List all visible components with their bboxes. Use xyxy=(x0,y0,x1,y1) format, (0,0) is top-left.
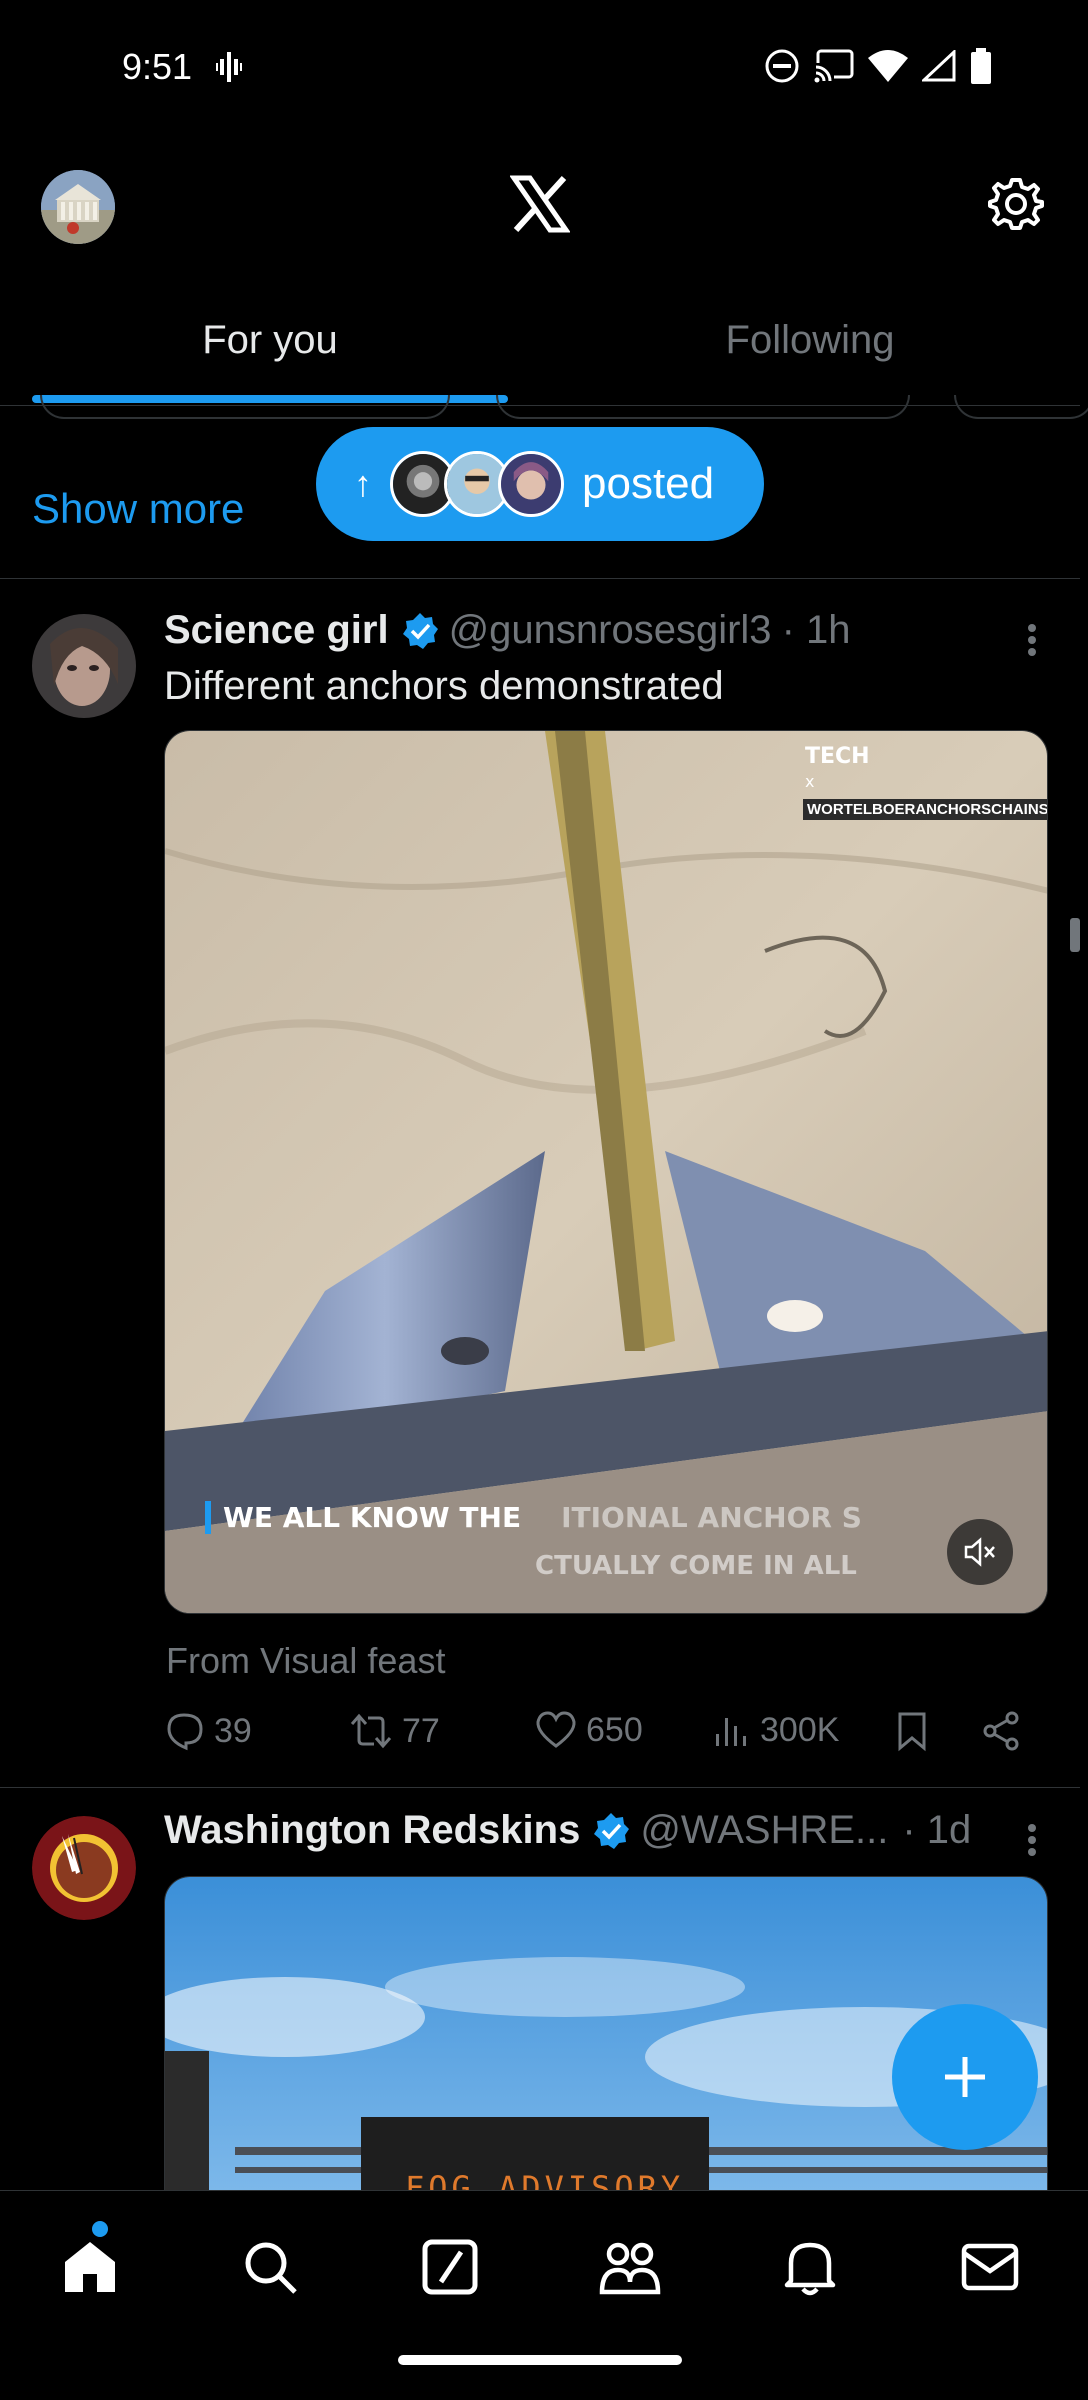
nav-grok[interactable] xyxy=(410,2227,490,2307)
video-caption-line-1: WE ALL KNOW THE xyxy=(205,1501,521,1534)
new-posts-row: Show more ↑ posted xyxy=(0,395,1088,579)
arrow-up-icon: ↑ xyxy=(354,463,372,504)
bell-icon xyxy=(784,2242,836,2296)
compose-button[interactable] xyxy=(892,2004,1038,2150)
video-caption-line-1b: ITIONAL ANCHOR S xyxy=(561,1501,862,1534)
cast-icon xyxy=(814,49,854,83)
volume-muted-icon xyxy=(964,1537,995,1567)
search-icon xyxy=(245,2242,297,2294)
signal-icon xyxy=(922,50,956,82)
avatar[interactable] xyxy=(32,614,136,718)
community-source[interactable]: From Visual feast xyxy=(166,1640,445,1682)
verified-badge-icon xyxy=(402,612,438,649)
vibrate-icon xyxy=(216,52,242,82)
author-name[interactable]: Science girl xyxy=(164,608,389,653)
verified-badge-icon xyxy=(594,1812,630,1849)
battery-icon xyxy=(971,48,991,84)
show-more-link[interactable]: Show more xyxy=(32,485,244,533)
author-name[interactable]: Washington Redskins xyxy=(164,1808,580,1853)
views-icon xyxy=(716,1718,746,1746)
more-options-icon[interactable] xyxy=(1026,1820,1038,1860)
communities-icon xyxy=(599,2242,661,2295)
x-logo-icon[interactable] xyxy=(510,174,570,234)
plus-icon xyxy=(945,2057,985,2097)
notification-dot xyxy=(92,2221,108,2237)
bookmark-icon xyxy=(898,1712,926,1752)
share-icon xyxy=(983,1711,1019,1751)
author-handle: @gunsnrosesgirl3 xyxy=(448,608,772,652)
heart-icon xyxy=(536,1711,576,1748)
home-gesture-bar[interactable] xyxy=(398,2355,682,2365)
nav-home[interactable] xyxy=(50,2221,130,2307)
topic-chip xyxy=(40,395,450,419)
repost-button[interactable]: 77 xyxy=(348,1710,440,1752)
tweet-time: · 1h xyxy=(781,608,851,652)
video-caption: WE ALL KNOW THE ITIONAL ANCHOR S xyxy=(205,1501,862,1534)
nav-messages[interactable] xyxy=(950,2227,1030,2307)
posted-label: posted xyxy=(582,459,715,508)
bottom-navigation xyxy=(0,2190,1088,2400)
tab-following-label: Following xyxy=(725,318,895,362)
tweet-video[interactable]: TECH x WORTELBOERANCHORSCHAINS WE ALL KN… xyxy=(164,730,1048,1614)
repost-count: 77 xyxy=(402,1711,440,1750)
views-button[interactable]: 300K xyxy=(712,1710,839,1750)
scrollbar[interactable] xyxy=(1070,918,1080,952)
tweet-header: Washington Redskins @WASHRE... · 1d xyxy=(164,1808,971,1853)
more-options-icon[interactable] xyxy=(1026,620,1038,660)
author-handle: @WASHRE... xyxy=(640,1808,889,1852)
video-frame: TECH x xyxy=(165,731,1047,1613)
tab-for-you[interactable]: For you xyxy=(0,300,540,405)
reply-button[interactable]: 39 xyxy=(164,1710,252,1752)
nav-search[interactable] xyxy=(230,2227,310,2307)
wifi-icon xyxy=(868,50,908,82)
profile-avatar[interactable] xyxy=(41,170,115,244)
bookmark-button[interactable] xyxy=(894,1710,930,1752)
do-not-disturb-icon xyxy=(765,49,799,83)
gear-icon[interactable] xyxy=(986,174,1046,234)
avatar xyxy=(498,451,564,517)
mail-icon xyxy=(961,2243,1019,2291)
topic-chip xyxy=(954,395,1088,419)
share-button[interactable] xyxy=(980,1710,1022,1752)
status-time: 9:51 xyxy=(122,46,193,87)
video-caption-line-2: CTUALLY COME IN ALL xyxy=(535,1551,857,1581)
avatar[interactable] xyxy=(32,1816,136,1920)
view-count: 300K xyxy=(760,1710,840,1749)
tab-for-you-label: For you xyxy=(202,318,338,362)
reply-count: 39 xyxy=(214,1711,252,1750)
tweet[interactable]: Science girl @gunsnrosesgirl3 · 1h Diffe… xyxy=(0,580,1080,1788)
new-posts-button[interactable]: ↑ posted xyxy=(316,427,764,541)
home-icon xyxy=(65,2242,115,2292)
tweet-time: · 1d xyxy=(902,1808,972,1852)
like-button[interactable]: 650 xyxy=(534,1710,643,1750)
fog-advisory-sign: FOG ADVISORY xyxy=(405,2169,685,2190)
status-bar: 9:51 xyxy=(0,0,1088,135)
nav-notifications[interactable] xyxy=(770,2227,850,2307)
grok-icon xyxy=(422,2239,478,2295)
tweet-actions: 39 77 650 300K xyxy=(164,1710,1044,1770)
feed-tabs: For you Following xyxy=(0,300,1080,406)
nav-communities[interactable] xyxy=(590,2227,670,2307)
tab-following[interactable]: Following xyxy=(540,300,1080,405)
reply-icon xyxy=(167,1713,203,1751)
svg-text:TECH: TECH xyxy=(805,744,870,769)
svg-text:x: x xyxy=(805,772,814,791)
like-count: 650 xyxy=(586,1710,643,1749)
mute-toggle[interactable] xyxy=(947,1519,1013,1585)
video-watermark: WORTELBOERANCHORSCHAINS xyxy=(803,799,1047,820)
repost-icon xyxy=(350,1713,392,1749)
tweet-text: Different anchors demonstrated xyxy=(164,664,724,708)
tweet-header: Science girl @gunsnrosesgirl3 · 1h xyxy=(164,608,851,653)
topic-chip xyxy=(496,395,910,419)
